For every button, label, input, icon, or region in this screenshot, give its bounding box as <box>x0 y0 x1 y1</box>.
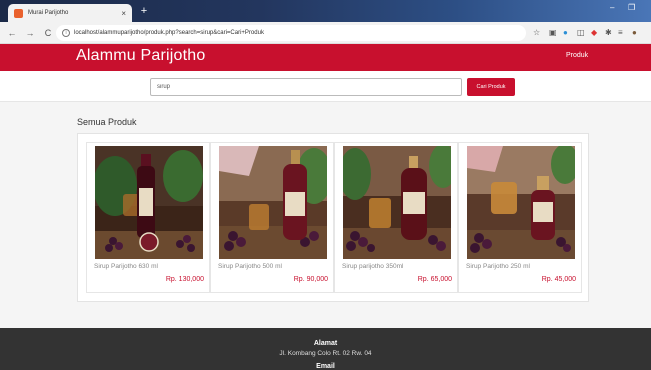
product-card[interactable]: Sirup Parijotho 500 ml Rp. 90,000 <box>210 142 334 293</box>
url-text: localhost/alammuparijotho/produk.php?sea… <box>74 30 264 36</box>
footer-alamat-value: Jl. Kombang Colo Rt. 02 Rw. 04 <box>279 350 372 357</box>
product-price: Rp. 90,000 <box>293 276 328 283</box>
avatar[interactable]: ● <box>632 28 637 37</box>
product-panel: Sirup Parijotho 630 ml Rp. 130,000 Sirup… <box>77 133 589 302</box>
search-button[interactable]: Cari Produk <box>467 78 515 96</box>
product-card[interactable]: Sirup Parijotho 630 ml Rp. 130,000 <box>86 142 210 293</box>
star-icon[interactable]: ☆ <box>533 28 540 37</box>
reload-icon[interactable]: C <box>42 28 54 38</box>
footer-alamat-title: Alamat <box>313 340 338 347</box>
favicon-icon <box>14 8 23 18</box>
product-price: Rp. 65,000 <box>417 276 452 283</box>
extension-icon[interactable]: ◆ <box>591 28 597 37</box>
product-image[interactable] <box>467 146 575 259</box>
search-bar: Cari Produk <box>0 71 651 102</box>
product-card[interactable]: Sirup parijotho 350ml Rp. 65,000 <box>334 142 458 293</box>
info-icon[interactable]: i <box>62 29 70 37</box>
search-input[interactable] <box>150 78 462 96</box>
extension-icon[interactable]: ▣ <box>549 28 557 37</box>
tab-close-icon[interactable]: × <box>121 9 126 18</box>
extension-icon[interactable]: ✱ <box>605 28 612 37</box>
menu-icon[interactable]: ≡ <box>618 28 623 37</box>
extension-icon[interactable]: ● <box>563 28 568 37</box>
site-header: Alammu Parijotho Produk <box>0 44 651 71</box>
extension-icon[interactable]: ◫ <box>577 28 585 37</box>
brand-logo[interactable]: Alammu Parijotho <box>76 47 205 65</box>
product-name[interactable]: Sirup Parijotho 250 ml <box>466 263 530 270</box>
product-image[interactable] <box>343 146 451 259</box>
product-image[interactable] <box>95 146 203 259</box>
browser-toolbar: ← → C i localhost/alammuparijotho/produk… <box>0 22 651 44</box>
product-name[interactable]: Sirup parijotho 350ml <box>342 263 403 270</box>
product-name[interactable]: Sirup Parijotho 630 ml <box>94 263 158 270</box>
forward-icon[interactable]: → <box>24 28 36 38</box>
section-title: Semua Produk <box>77 117 137 127</box>
product-name[interactable]: Sirup Parijotho 500 ml <box>218 263 282 270</box>
product-price: Rp. 45,000 <box>541 276 576 283</box>
product-image[interactable] <box>219 146 327 259</box>
new-tab-button[interactable]: + <box>137 5 151 18</box>
site-footer: Alamat Jl. Kombang Colo Rt. 02 Rw. 04 Em… <box>0 328 651 370</box>
product-card[interactable]: Sirup Parijotho 250 ml Rp. 45,000 <box>458 142 582 293</box>
product-price: Rp. 130,000 <box>165 276 204 283</box>
address-bar[interactable]: i localhost/alammuparijotho/produk.php?s… <box>56 25 526 41</box>
browser-tab[interactable]: Murai Parijotho × <box>8 4 132 22</box>
tab-title: Murai Parijotho <box>28 10 69 16</box>
footer-email-title: Email <box>316 363 335 370</box>
back-icon[interactable]: ← <box>6 28 18 38</box>
restore-icon[interactable]: ❐ <box>628 3 635 12</box>
minimize-icon[interactable]: – <box>610 3 614 12</box>
browser-tab-bar: Murai Parijotho × + – ❐ <box>0 0 651 22</box>
nav-produk-link[interactable]: Produk <box>566 52 588 59</box>
